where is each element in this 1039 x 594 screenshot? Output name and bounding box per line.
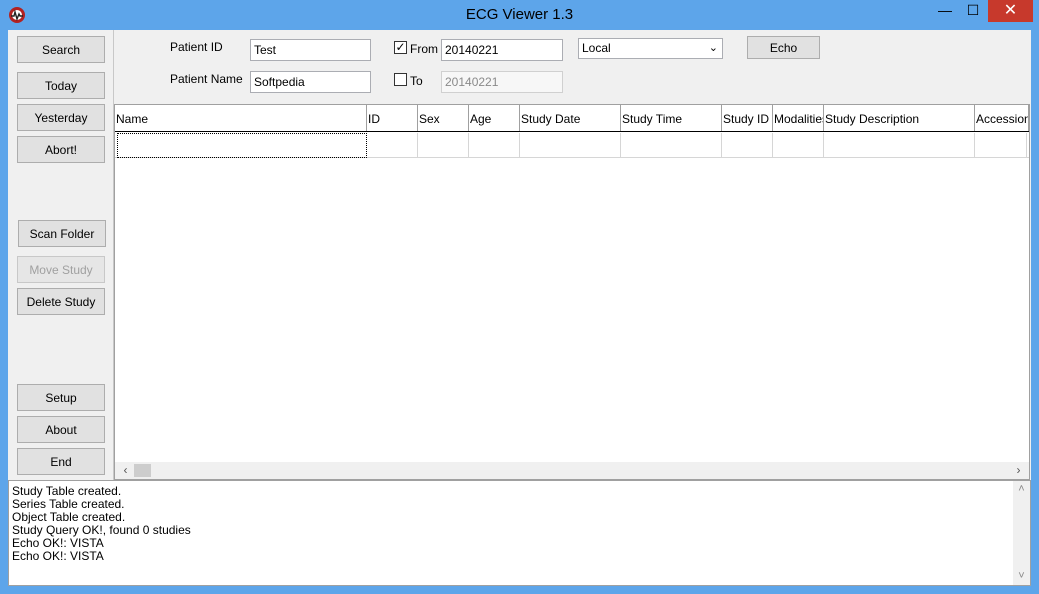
search-button[interactable]: Search — [17, 36, 105, 63]
log-line: Object Table created. — [12, 510, 126, 524]
col-id-header[interactable]: ID — [367, 105, 418, 131]
table-cell[interactable] — [722, 133, 773, 158]
scan-folder-button[interactable]: Scan Folder — [18, 220, 106, 247]
scroll-left-icon[interactable]: ‹ — [117, 462, 134, 479]
col-study-description-header[interactable]: Study Description — [824, 105, 975, 131]
log-line: Echo OK!: VISTA — [12, 549, 104, 563]
minimize-button[interactable]: — — [932, 0, 958, 22]
table-cell[interactable] — [621, 133, 722, 158]
table-cell[interactable] — [418, 133, 469, 158]
about-button[interactable]: About — [17, 416, 105, 443]
scroll-down-icon[interactable]: ˅ — [1013, 568, 1030, 585]
log-line: Series Table created. — [12, 497, 125, 511]
log-output[interactable]: Study Table created. Series Table create… — [8, 480, 1031, 586]
location-value: Local — [582, 41, 611, 55]
delete-study-button[interactable]: Delete Study — [17, 288, 105, 315]
table-cell[interactable] — [367, 133, 418, 158]
col-study-time-header[interactable]: Study Time — [621, 105, 722, 131]
col-age-header[interactable]: Age — [469, 105, 520, 131]
patient-id-field[interactable]: Test — [250, 39, 371, 61]
log-line: Study Table created. — [12, 484, 122, 498]
table-cell[interactable] — [824, 133, 975, 158]
patient-name-label: Patient Name — [170, 72, 243, 86]
from-label: From — [410, 42, 438, 56]
from-checkbox[interactable]: ✓ — [394, 41, 407, 54]
checkmark-icon: ✓ — [395, 40, 406, 54]
table-cell[interactable] — [975, 133, 1027, 158]
col-name-header[interactable]: Name — [115, 105, 367, 131]
from-date-field[interactable]: 20140221 — [441, 39, 563, 61]
yesterday-button[interactable]: Yesterday — [17, 104, 105, 131]
patient-id-label: Patient ID — [170, 40, 223, 54]
scroll-right-icon[interactable]: › — [1010, 462, 1027, 479]
end-button[interactable]: End — [17, 448, 105, 475]
maximize-button[interactable]: ☐ — [960, 0, 986, 22]
col-accession-header[interactable]: Accession — [975, 105, 1029, 131]
to-checkbox[interactable] — [394, 73, 407, 86]
table-cell[interactable] — [469, 133, 520, 158]
scroll-up-icon[interactable]: ˄ — [1013, 481, 1030, 498]
table-cell[interactable] — [773, 133, 824, 158]
echo-button[interactable]: Echo — [747, 36, 820, 59]
title-bar[interactable]: ECG Viewer 1.3 — ☐ ✕ — [0, 0, 1039, 30]
today-button[interactable]: Today — [17, 72, 105, 99]
patient-name-field[interactable]: Softpedia — [250, 71, 371, 93]
location-select[interactable]: Local ⌄ — [578, 38, 723, 59]
horizontal-scrollbar[interactable]: ‹ › — [115, 462, 1029, 479]
study-table[interactable]: Name ID Sex Age Study Date Study Time St… — [114, 104, 1030, 480]
setup-button[interactable]: Setup — [17, 384, 105, 411]
chevron-down-icon: ⌄ — [708, 42, 718, 54]
col-study-id-header[interactable]: Study ID — [722, 105, 773, 131]
log-line: Study Query OK!, found 0 studies — [12, 523, 191, 537]
col-sex-header[interactable]: Sex — [418, 105, 469, 131]
table-cell[interactable] — [117, 133, 367, 158]
window-title: ECG Viewer 1.3 — [465, 6, 574, 23]
table-header: Name ID Sex Age Study Date Study Time St… — [115, 105, 1029, 132]
move-study-button[interactable]: Move Study — [17, 256, 105, 283]
close-button[interactable]: ✕ — [988, 0, 1033, 22]
col-study-date-header[interactable]: Study Date — [520, 105, 621, 131]
abort-button[interactable]: Abort! — [17, 136, 105, 163]
to-label: To — [410, 74, 423, 88]
to-date-field[interactable]: 20140221 — [441, 71, 563, 93]
vertical-scrollbar[interactable]: ˄ ˅ — [1013, 481, 1030, 585]
client-area: Search Today Yesterday Abort! Scan Folde… — [8, 30, 1031, 586]
log-line: Echo OK!: VISTA — [12, 536, 104, 550]
table-cell[interactable] — [520, 133, 621, 158]
col-modalities-header[interactable]: Modalities — [773, 105, 824, 131]
scrollbar-thumb[interactable] — [134, 464, 151, 477]
table-row[interactable] — [115, 133, 1029, 158]
app-window: ECG Viewer 1.3 — ☐ ✕ Search Today Yester… — [0, 0, 1039, 594]
